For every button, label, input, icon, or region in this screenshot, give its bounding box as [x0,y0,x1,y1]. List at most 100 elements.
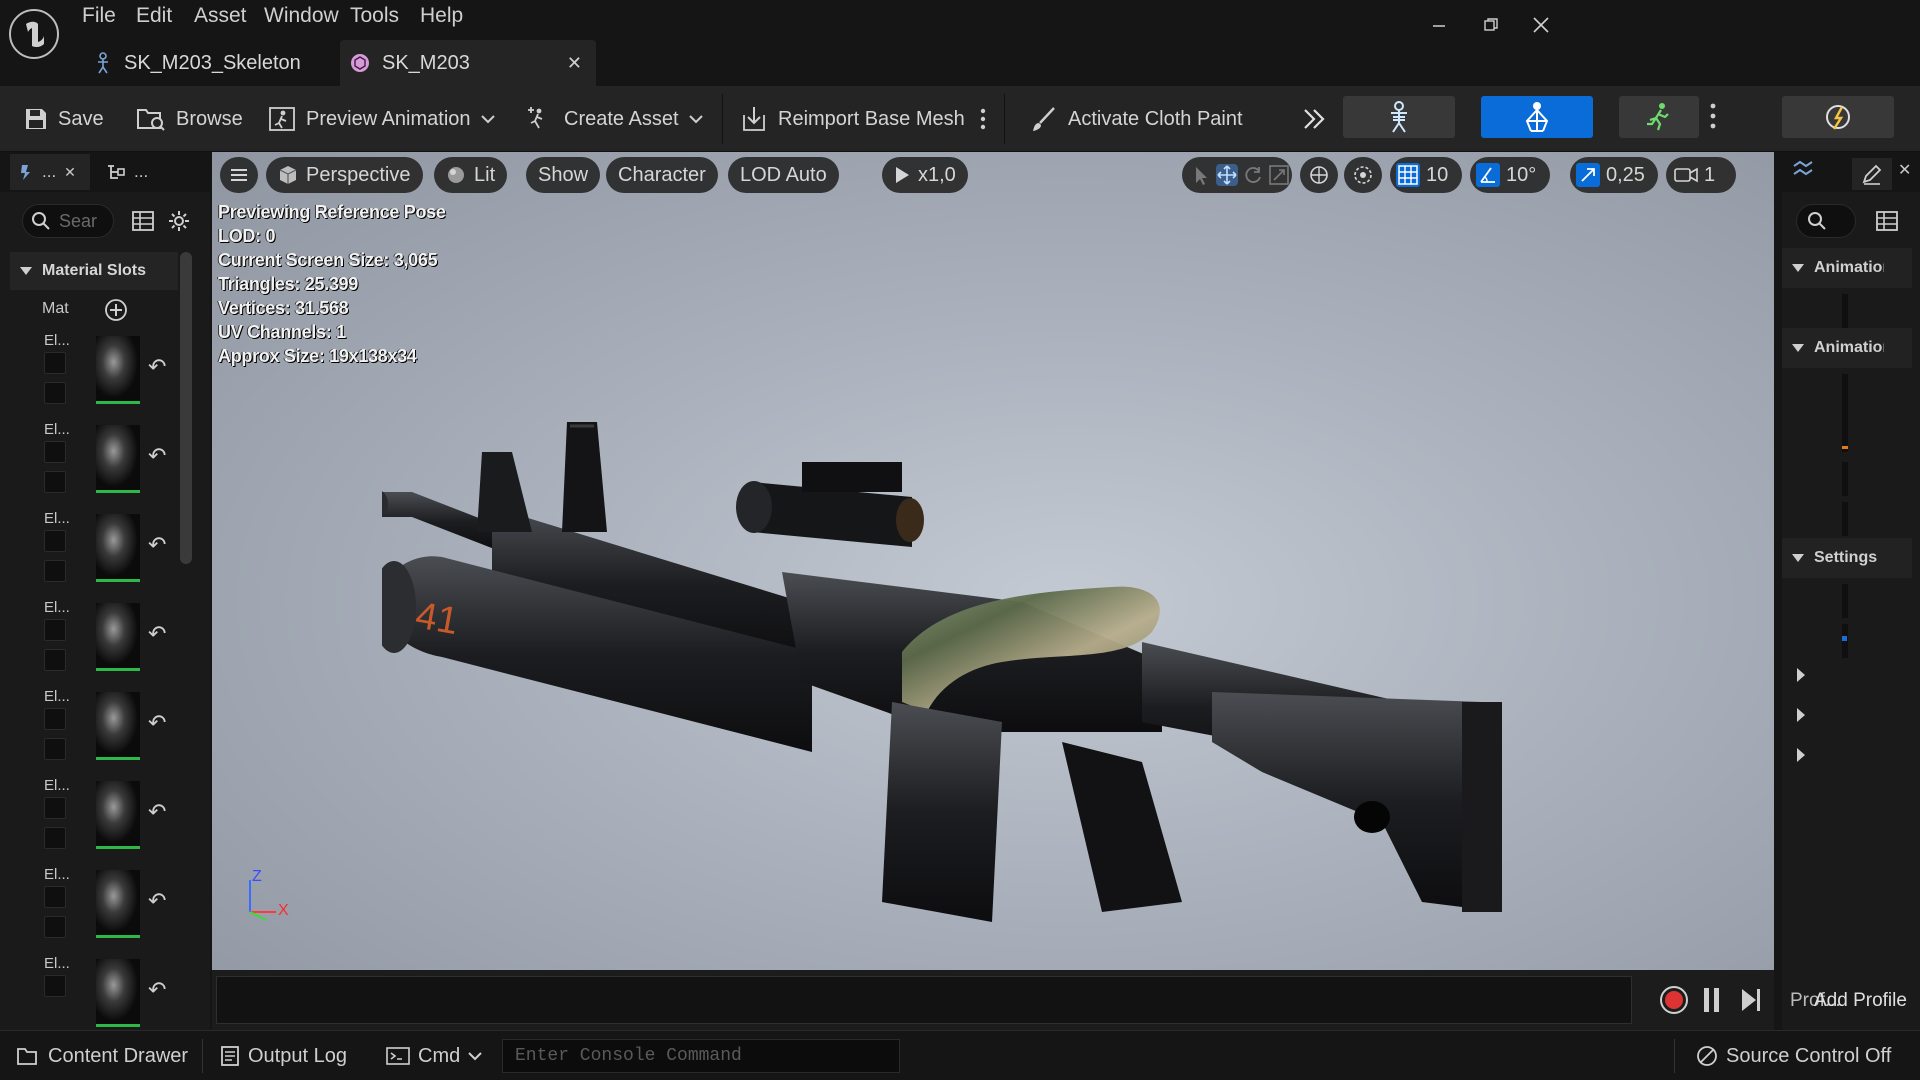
slot-checkbox[interactable] [44,619,66,641]
scale-snap-button[interactable]: 0,25 [1570,157,1658,193]
slot-checkbox[interactable] [44,382,66,404]
console-command-input[interactable]: Enter Console Command [502,1039,900,1073]
settings-section-header[interactable]: Settings [1782,538,1912,578]
perspective-button[interactable]: Perspective [266,157,423,193]
material-thumbnail[interactable] [96,781,140,849]
expand-caret-icon[interactable] [1796,668,1806,682]
property-slider[interactable] [1842,462,1848,496]
lit-button[interactable]: Lit [434,157,508,193]
material-slots-header[interactable]: Material Slots [10,252,178,290]
material-thumbnail[interactable] [96,514,140,582]
pause-button[interactable] [1702,986,1722,1014]
panel-scrollbar[interactable] [180,252,192,564]
camera-speed-button[interactable]: 1 [1666,157,1736,193]
source-control-button[interactable]: Source Control Off [1696,1031,1891,1080]
property-slider[interactable] [1842,294,1848,328]
close-icon[interactable]: ✕ [64,164,76,181]
details-search-field[interactable]: Sear [22,204,114,238]
reset-arrow-icon[interactable]: ↶ [148,443,166,469]
character-button[interactable]: Character [606,157,718,193]
show-button[interactable]: Show [526,157,601,193]
mesh-mode-button[interactable] [1481,96,1593,138]
reset-arrow-icon[interactable]: ↶ [148,977,166,1003]
skeleton-mode-button[interactable] [1343,96,1455,138]
table-view-icon[interactable] [1876,210,1898,232]
property-slider[interactable] [1842,374,1848,452]
preview-animation-button[interactable]: Preview Animation [268,86,495,152]
coordinate-space-button[interactable] [1300,157,1338,193]
reimport-options-button[interactable] [980,86,986,152]
menu-window[interactable]: Window [264,4,339,30]
material-thumbnail[interactable] [96,425,140,493]
anim-asset-icon[interactable] [1792,160,1816,182]
menu-edit[interactable]: Edit [136,4,172,30]
property-slider[interactable] [1842,624,1848,658]
slot-checkbox[interactable] [44,916,66,938]
material-thumbnail[interactable] [96,959,140,1027]
reset-arrow-icon[interactable]: ↶ [148,888,166,914]
slot-checkbox[interactable] [44,886,66,908]
reset-arrow-icon[interactable]: ↶ [148,710,166,736]
toolbar-overflow-button[interactable] [1302,86,1326,152]
expand-caret-icon[interactable] [1796,748,1806,762]
animation-section-header[interactable]: Animation [1782,328,1912,368]
lod-button[interactable]: LOD Auto [728,157,839,193]
slot-checkbox[interactable] [44,560,66,582]
viewport-options-button[interactable] [220,157,258,193]
close-tab-icon[interactable]: ✕ [567,53,582,74]
settings-gear-icon[interactable] [168,210,190,232]
restore-button[interactable] [1476,10,1506,40]
scale-icon[interactable] [1268,164,1290,186]
menu-tools[interactable]: Tools [350,4,399,30]
create-asset-button[interactable]: Create Asset [526,86,703,152]
slot-checkbox[interactable] [44,649,66,671]
reset-arrow-icon[interactable]: ↶ [148,354,166,380]
reset-arrow-icon[interactable]: ↶ [148,621,166,647]
timeline-track[interactable] [216,976,1632,1024]
grid-snap-button[interactable]: 10 [1390,157,1462,193]
panel-tab-details[interactable]: ... ✕ [10,154,90,190]
mode-options-button[interactable] [1710,100,1716,132]
output-log-button[interactable]: Output Log [220,1031,347,1080]
content-drawer-button[interactable]: Content Drawer [16,1031,188,1080]
translate-icon[interactable] [1216,164,1238,186]
play-rate-button[interactable]: x1,0 [882,157,968,193]
add-material-slot-button[interactable] [104,298,128,322]
material-thumbnail[interactable] [96,603,140,671]
tab-skeleton[interactable]: SK_M203_Skeleton [90,40,336,86]
table-view-icon[interactable] [132,210,154,232]
animation-section-header[interactable]: Animation [1782,248,1912,288]
unreal-logo-icon[interactable] [8,8,60,60]
preview-viewport[interactable]: Perspective Lit Show Character LOD Auto … [212,152,1774,970]
animation-mode-button[interactable] [1619,96,1699,138]
record-button[interactable] [1658,984,1690,1016]
slot-checkbox[interactable] [44,530,66,552]
rotate-icon[interactable] [1242,164,1264,186]
slot-checkbox[interactable] [44,471,66,493]
slot-checkbox[interactable] [44,797,66,819]
menu-asset[interactable]: Asset [194,4,247,30]
slot-checkbox[interactable] [44,738,66,760]
menu-help[interactable]: Help [420,4,463,30]
step-forward-button[interactable] [1740,986,1762,1014]
activate-cloth-paint-button[interactable]: Activate Cloth Paint [1030,86,1243,152]
property-slider[interactable] [1842,584,1848,618]
panel-tab-tree[interactable]: ... [106,154,186,190]
physics-mode-button[interactable] [1782,96,1894,138]
material-thumbnail[interactable] [96,336,140,404]
slot-checkbox[interactable] [44,441,66,463]
expand-caret-icon[interactable] [1796,708,1806,722]
slot-checkbox[interactable] [44,708,66,730]
material-thumbnail[interactable] [96,870,140,938]
save-button[interactable]: Save [24,86,104,152]
property-slider[interactable] [1842,502,1848,536]
close-window-button[interactable] [1526,10,1556,40]
material-thumbnail[interactable] [96,692,140,760]
slot-checkbox[interactable] [44,827,66,849]
tab-mesh[interactable]: SK_M203 ✕ [340,40,596,86]
browse-button[interactable]: Browse [136,86,243,152]
close-icon[interactable]: ✕ [1898,160,1911,180]
right-search-field[interactable] [1796,204,1856,238]
menu-file[interactable]: File [82,4,116,30]
reset-arrow-icon[interactable]: ↶ [148,799,166,825]
